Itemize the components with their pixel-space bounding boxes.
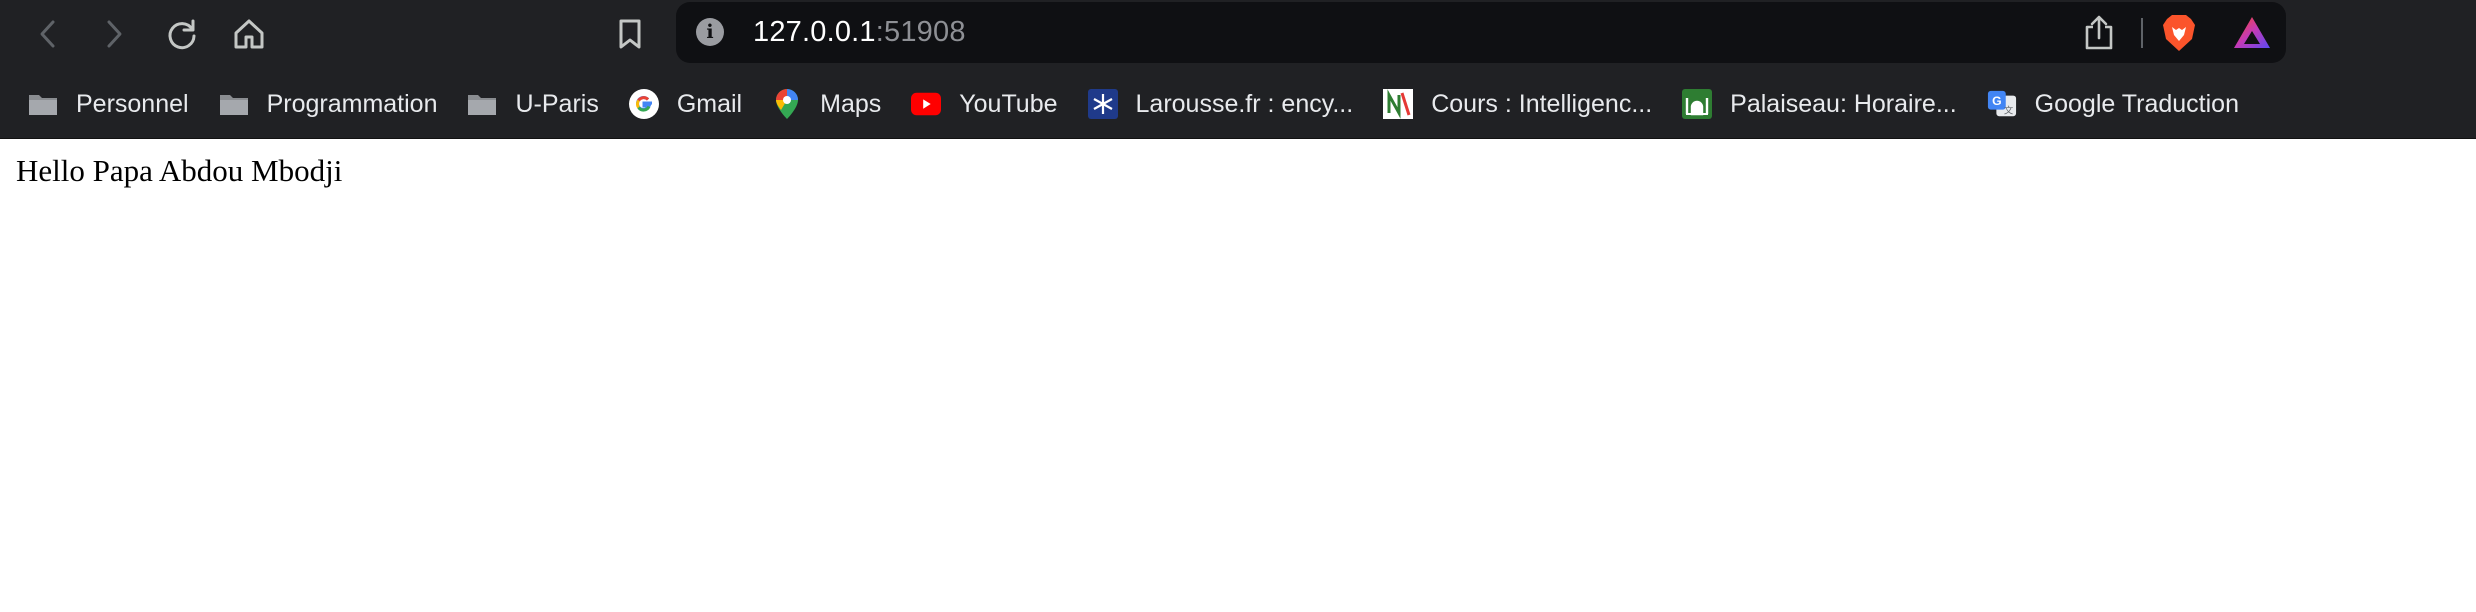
cours-icon [1383, 89, 1414, 119]
bookmarks-bar: Personnel Programmation U-Paris Gmail Ma… [0, 70, 2476, 139]
folder-icon [219, 89, 249, 119]
mosque-icon [1682, 89, 1713, 119]
bookmark-google-traduction[interactable]: G 文 Google Traduction [1987, 89, 2239, 119]
bookmark-label: Larousse.fr : ency... [1135, 89, 1354, 118]
maps-pin-icon [772, 89, 802, 119]
google-icon [628, 89, 659, 119]
bookmark-cours[interactable]: Cours : Intelligenc... [1383, 89, 1652, 119]
share-icon [2085, 15, 2113, 50]
share-button[interactable] [2083, 12, 2115, 54]
site-info-icon[interactable]: i [696, 18, 724, 46]
bookmark-page-button[interactable] [608, 12, 652, 56]
folder-icon [467, 89, 497, 119]
url-host: 127.0.0.1 [753, 16, 876, 48]
chevron-left-icon [40, 20, 55, 48]
bookmark-icon [619, 19, 641, 49]
bookmark-label: Programmation [266, 89, 438, 118]
bookmark-folder-personnel[interactable]: Personnel [28, 89, 189, 119]
brave-shields-button[interactable] [2161, 12, 2197, 54]
url-text[interactable]: 127.0.0.1:51908 [753, 16, 966, 49]
reload-button[interactable] [160, 12, 204, 56]
back-button[interactable] [26, 12, 70, 56]
svg-text:G: G [1992, 94, 2001, 108]
page-content: Hello Papa Abdou Mbodji [0, 139, 2476, 203]
brave-rewards-triangle-icon [2234, 17, 2270, 48]
bookmark-label: Gmail [676, 89, 743, 118]
bookmark-label: Maps [820, 89, 882, 118]
bookmark-palaiseau[interactable]: Palaiseau: Horaire... [1682, 89, 1957, 119]
bookmark-folder-programmation[interactable]: Programmation [219, 89, 438, 119]
brave-lion-icon [2163, 15, 2195, 51]
brave-rewards-button[interactable] [2232, 12, 2272, 54]
forward-button[interactable] [92, 12, 136, 56]
browser-chrome: i 127.0.0.1:51908 Personnel Programmatio… [0, 0, 2476, 139]
bookmark-label: Personnel [76, 89, 189, 118]
bookmark-larousse[interactable]: Larousse.fr : ency... [1087, 89, 1354, 119]
bookmark-maps[interactable]: Maps [772, 89, 881, 119]
home-button[interactable] [227, 12, 271, 56]
reload-icon [168, 19, 196, 50]
home-icon [234, 19, 264, 49]
toolbar-divider [2141, 18, 2143, 48]
bookmark-label: YouTube [959, 89, 1058, 118]
folder-icon [28, 89, 58, 119]
youtube-icon [911, 89, 942, 119]
chevron-right-icon [107, 20, 122, 48]
bookmark-label: Palaiseau: Horaire... [1730, 89, 1957, 118]
address-bar[interactable]: i 127.0.0.1:51908 [676, 2, 2286, 63]
url-port: :51908 [875, 16, 966, 48]
bookmark-youtube[interactable]: YouTube [911, 89, 1058, 119]
browser-toolbar: i 127.0.0.1:51908 [0, 0, 2476, 70]
greeting-text: Hello Papa Abdou Mbodji [16, 153, 343, 188]
bookmark-label: U-Paris [515, 89, 599, 118]
larousse-icon [1087, 89, 1118, 119]
bookmark-gmail[interactable]: Gmail [628, 89, 743, 119]
google-translate-icon: G 文 [1987, 89, 2017, 119]
svg-text:文: 文 [2004, 104, 2014, 115]
bookmark-label: Cours : Intelligenc... [1431, 89, 1653, 118]
bookmark-folder-u-paris[interactable]: U-Paris [467, 89, 599, 119]
bookmark-label: Google Traduction [2034, 89, 2239, 118]
